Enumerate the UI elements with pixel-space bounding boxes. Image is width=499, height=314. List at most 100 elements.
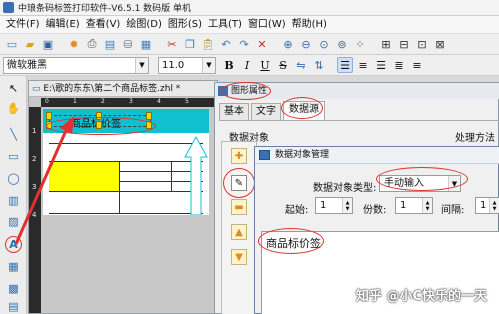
start-input[interactable]: 1 ▲ ▼ — [315, 197, 353, 214]
copies-value: 1 — [400, 200, 407, 211]
data-type-label: 数据对象类型: — [313, 183, 377, 194]
grid-icon[interactable]: ⁘ — [352, 36, 368, 52]
up-arrow-graphic — [184, 135, 208, 215]
annotation-oval — [221, 82, 271, 100]
zoom-in-icon[interactable]: ⊕ — [280, 36, 296, 52]
ruler-mark: 0 — [45, 98, 49, 105]
menu-tools[interactable]: 工具(T) — [205, 16, 245, 33]
zoom-fit-icon[interactable]: ⊙ — [316, 36, 332, 52]
toolbar-separator — [272, 36, 278, 52]
font-toolbar: 微软雅黑 ▼ 11.0 ▼ B I U S ⇋ ⇅ ☰ ≡ ☰ ≣ ≡ — [0, 55, 499, 76]
watermark: 知乎 @小C快乐的一天 — [355, 289, 487, 304]
start-value: 1 — [320, 200, 327, 211]
menu-shape[interactable]: 图形(S) — [165, 16, 205, 33]
interval-label: 间隔: — [441, 205, 465, 216]
spinner-icon[interactable]: ▲ ▼ — [342, 198, 352, 213]
paste-icon[interactable]: 📋︎ — [200, 36, 216, 52]
copies-label: 份数: — [363, 205, 387, 216]
menu-view[interactable]: 查看(V) — [83, 16, 124, 33]
dialog-title-bar: 数据对象管理 — [255, 147, 499, 164]
menu-edit[interactable]: 编辑(E) — [43, 16, 83, 33]
database-icon[interactable]: ⛁ — [120, 36, 136, 52]
dialog-icon — [259, 150, 270, 160]
undo-icon[interactable]: ↶ — [218, 36, 234, 52]
font-size-value: 11.0 — [162, 60, 185, 71]
more-tools-icon[interactable]: ▤ — [5, 298, 22, 314]
processing-method-label: 处理方法 — [455, 133, 495, 144]
annotation-oval — [281, 97, 323, 119]
lock-icon[interactable]: ⊠ — [432, 36, 448, 52]
redo-icon[interactable]: ↷ — [236, 36, 252, 52]
interval-value: 1 — [480, 200, 487, 211]
distribute-icon[interactable]: ⊟ — [396, 36, 412, 52]
menu-draw[interactable]: 绘图(D) — [123, 16, 165, 33]
main-toolbar: ▭ ▰ ▣ ✹ ⎙ ▤ ⛁ ▦ ✂ ❐ 📋︎ ↶ ↷ ✕ ⊕ ⊖ ⊙ ⊚ ⁘ ⊞… — [0, 33, 499, 55]
font-size-select[interactable]: 11.0 ▼ — [158, 57, 216, 74]
align-icon[interactable]: ⊞ — [378, 36, 394, 52]
copy-icon[interactable]: ❐ — [182, 36, 198, 52]
zoom-page-icon[interactable]: ⊚ — [334, 36, 350, 52]
chevron-down-icon[interactable]: ▼ — [202, 58, 215, 73]
new-icon[interactable]: ▭ — [4, 36, 20, 52]
print-icon[interactable]: ⎙ — [84, 36, 100, 52]
font-family-value: 微软雅黑 — [7, 60, 47, 71]
interval-input[interactable]: 1 ▲ ▼ — [475, 197, 499, 214]
dialog-title: 数据对象管理 — [275, 150, 330, 160]
move-down-icon[interactable]: ▼ — [231, 249, 247, 265]
preview-icon[interactable]: ▤ — [102, 36, 118, 52]
tab-text[interactable]: 文字 — [251, 103, 281, 120]
toolbar-separator — [156, 36, 162, 52]
tab-basic[interactable]: 基本 — [219, 103, 249, 120]
label-setup-icon[interactable]: ▦ — [138, 36, 154, 52]
toolbar-separator — [58, 36, 64, 52]
document-tab[interactable]: ▭ E:\歌的东东\第二个商品标签.zhl * — [29, 81, 217, 97]
zoom-out-icon[interactable]: ⊖ — [298, 36, 314, 52]
menu-bar: 文件(F) 编辑(E) 查看(V) 绘图(D) 图形(S) 工具(T) 窗口(W… — [0, 16, 499, 33]
resize-handle[interactable] — [146, 112, 152, 120]
font-family-select[interactable]: 微软雅黑 ▼ — [3, 57, 149, 74]
chevron-down-icon[interactable]: ▼ — [135, 58, 148, 73]
align-right-icon[interactable]: ☰ — [373, 57, 389, 73]
qrcode-icon[interactable]: ▩ — [5, 280, 22, 297]
align-left-icon[interactable]: ☰ — [337, 57, 353, 73]
document-title: E:\歌的东东\第二个商品标签.zhl * — [43, 84, 181, 94]
app-icon — [3, 2, 14, 13]
pointer-icon[interactable]: ↖ — [5, 80, 22, 97]
copies-input[interactable]: 1 ▲ ▼ — [395, 197, 433, 214]
ruler-mark: 5 — [185, 98, 189, 105]
save-icon[interactable]: ▣ — [40, 36, 56, 52]
align-center-icon[interactable]: ≡ — [355, 57, 371, 73]
menu-window[interactable]: 窗口(W) — [245, 16, 289, 33]
tab-divider — [219, 120, 499, 121]
ruler-mark: 2 — [101, 98, 105, 105]
spinner-icon[interactable]: ▲ ▼ — [489, 198, 499, 213]
toolbar-separator — [370, 36, 376, 52]
cut-icon[interactable]: ✂ — [164, 36, 180, 52]
delete-icon[interactable]: ✕ — [254, 36, 270, 52]
start-label: 起始: — [285, 205, 309, 216]
remove-icon[interactable]: ▬ — [231, 199, 247, 215]
group-icon[interactable]: ⊡ — [414, 36, 430, 52]
ruler-mark: 3 — [129, 98, 133, 105]
annotation-oval — [376, 167, 468, 191]
text-rotate-icon[interactable]: ⇅ — [311, 57, 327, 73]
strikethrough-icon[interactable]: S — [275, 57, 291, 73]
bold-icon[interactable]: B — [221, 57, 237, 73]
align-distributed-icon[interactable]: ≡ — [409, 57, 425, 73]
text-direction-icon[interactable]: ⇋ — [293, 57, 309, 73]
align-justify-icon[interactable]: ≣ — [391, 57, 407, 73]
open-icon[interactable]: ▰ — [22, 36, 38, 52]
menu-help[interactable]: 帮助(H) — [289, 16, 330, 33]
italic-icon[interactable]: I — [239, 57, 255, 73]
move-up-icon[interactable]: ▲ — [231, 224, 247, 240]
menu-file[interactable]: 文件(F) — [3, 16, 43, 33]
underline-icon[interactable]: U — [257, 57, 273, 73]
ruler-mark: 4 — [157, 98, 161, 105]
print-setup-icon[interactable]: ✹ — [66, 36, 82, 52]
spinner-icon[interactable]: ▲ ▼ — [422, 198, 432, 213]
table-line — [171, 161, 172, 191]
add-icon[interactable]: ✚ — [231, 148, 247, 164]
table-icon[interactable]: ▦ — [5, 258, 22, 275]
annotation-oval — [46, 117, 156, 135]
table-line — [119, 161, 120, 213]
